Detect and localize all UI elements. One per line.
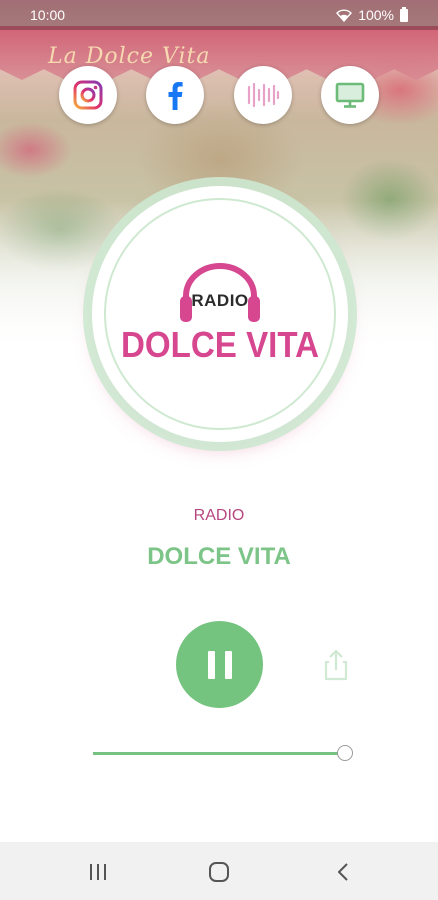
battery-icon — [400, 6, 408, 22]
facebook-button[interactable] — [146, 66, 204, 124]
pause-icon-right — [224, 650, 232, 679]
back-icon[interactable] — [332, 860, 356, 884]
website-button[interactable] — [321, 66, 379, 124]
logo-station-name: DOLCE VITA — [120, 324, 320, 365]
pause-button[interactable] — [176, 621, 263, 708]
station-title: DOLCE VITA — [147, 543, 291, 570]
awning-text: La Dolce Vita — [48, 44, 211, 69]
waveform-icon — [247, 82, 280, 108]
volume-slider-track[interactable] — [93, 752, 345, 755]
logo-radio-text: RADIO — [191, 291, 249, 310]
facebook-icon — [168, 82, 183, 110]
station-subtitle: RADIO — [193, 507, 245, 524]
share-icon[interactable] — [320, 648, 352, 682]
status-bar: 10:00 100% — [0, 0, 438, 30]
instagram-icon — [73, 80, 103, 110]
recent-apps-icon[interactable] — [86, 860, 110, 884]
status-time: 10:00 — [30, 7, 66, 23]
monitor-icon — [335, 82, 365, 108]
home-icon[interactable] — [207, 860, 231, 884]
volume-slider-thumb[interactable] — [337, 745, 353, 761]
station-app-button[interactable] — [234, 66, 292, 124]
wifi-icon — [336, 8, 353, 22]
pause-icon-left — [207, 650, 215, 679]
navigation-bar — [0, 842, 438, 900]
battery-percent: 100% — [358, 7, 394, 23]
station-logo: RADIO DOLCE VITA — [92, 186, 348, 442]
instagram-button[interactable] — [59, 66, 117, 124]
status-right: 100% — [336, 6, 408, 23]
